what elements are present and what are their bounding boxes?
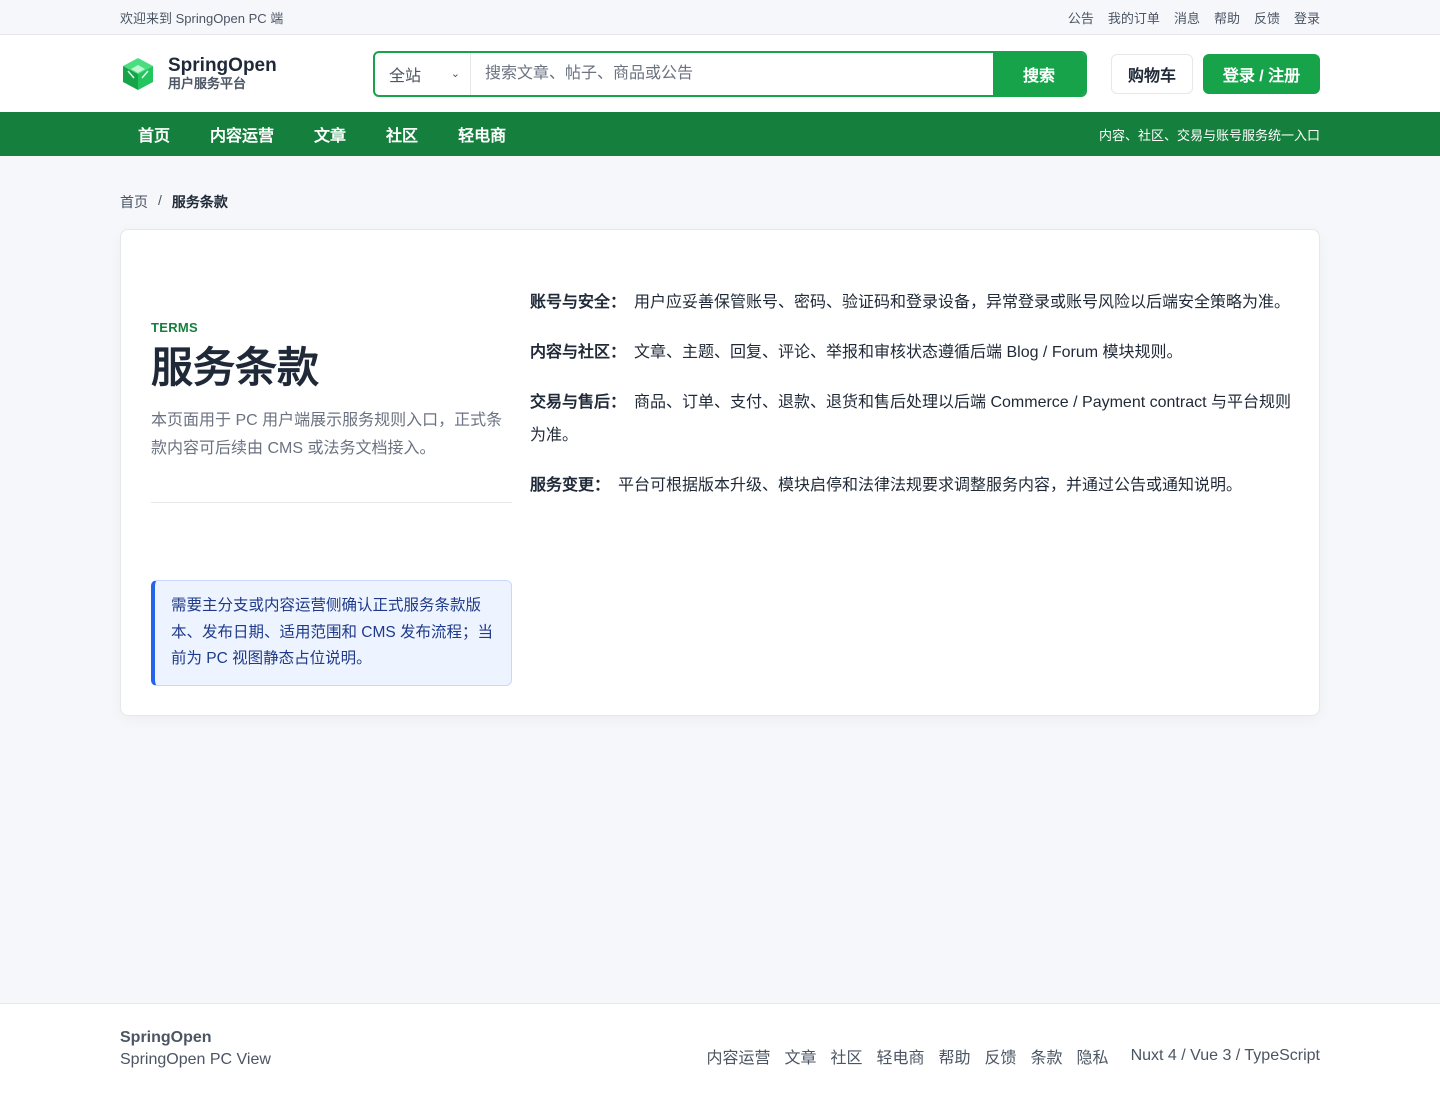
brand-subtitle: 用户服务平台 <box>168 76 247 91</box>
search-scope-value: 全站 <box>389 67 422 85</box>
top-link-messages[interactable]: 消息 <box>1174 8 1200 27</box>
nav-slogan: 内容、社区、交易与账号服务统一入口 <box>1098 127 1320 143</box>
site-header: SpringOpen 用户服务平台 全站 ⌄ 搜索 购物车 登录 / 注册 <box>0 35 1440 112</box>
term-label: 内容与社区： <box>530 344 627 361</box>
top-link-my-orders[interactable]: 我的订单 <box>1108 8 1160 27</box>
breadcrumb: 首页 / 服务条款 <box>120 192 1320 212</box>
footer-link-content-ops[interactable]: 内容运营 <box>706 1044 770 1068</box>
brand-logo-link[interactable]: SpringOpen 用户服务平台 <box>120 55 373 92</box>
nav-item-content-ops[interactable]: 内容运营 <box>210 122 274 146</box>
term-label: 交易与售后： <box>530 394 627 411</box>
nav-item-articles[interactable]: 文章 <box>314 122 346 146</box>
term-text: 平台可根据版本升级、模块启停和法律法规要求调整服务内容，并通过公告或通知说明。 <box>618 477 1243 494</box>
footer-link-commerce[interactable]: 轻电商 <box>876 1044 924 1068</box>
term-item: 服务变更： 平台可根据版本升级、模块启停和法律法规要求调整服务内容，并通过公告或通… <box>530 469 1292 502</box>
page-eyebrow: TERMS <box>151 320 198 335</box>
footer-link-feedback[interactable]: 反馈 <box>985 1044 1017 1068</box>
notice-box: 需要主分支或内容运营侧确认正式服务条款版本、发布日期、适用范围和 CMS 发布流… <box>151 580 512 686</box>
breadcrumb-home[interactable]: 首页 <box>120 192 148 212</box>
footer-link-privacy[interactable]: 隐私 <box>1077 1044 1109 1068</box>
terms-intro: TERMS 服务条款 本页面用于 PC 用户端展示服务规则入口，正式条款内容可后… <box>151 320 512 463</box>
term-item: 交易与售后： 商品、订单、支付、退款、退货和售后处理以后端 Commerce / … <box>530 386 1292 452</box>
top-link-feedback[interactable]: 反馈 <box>1254 8 1280 27</box>
top-utility-bar: 欢迎来到 SpringOpen PC 端 公告 我的订单 消息 帮助 反馈 登录 <box>0 0 1440 35</box>
footer-brand-name: SpringOpen <box>120 1029 212 1046</box>
term-text: 商品、订单、支付、退款、退货和售后处理以后端 Commerce / Paymen… <box>530 394 1291 444</box>
search-input[interactable] <box>471 52 993 95</box>
login-register-button[interactable]: 登录 / 注册 <box>1203 53 1320 94</box>
chevron-down-icon: ⌄ <box>450 68 460 80</box>
terms-card: TERMS 服务条款 本页面用于 PC 用户端展示服务规则入口，正式条款内容可后… <box>120 229 1320 716</box>
top-links: 公告 我的订单 消息 帮助 反馈 登录 <box>1068 8 1320 27</box>
footer-tech-stack: Nuxt 4 / Vue 3 / TypeScript <box>1130 1047 1320 1064</box>
footer-brand-sub: SpringOpen PC View <box>120 1051 271 1068</box>
divider <box>151 502 512 503</box>
term-item: 内容与社区： 文章、主题、回复、评论、举报和审核状态遵循后端 Blog / For… <box>530 336 1292 369</box>
top-link-announcements[interactable]: 公告 <box>1068 8 1094 27</box>
footer-link-articles[interactable]: 文章 <box>784 1044 816 1068</box>
term-text: 用户应妥善保管账号、密码、验证码和登录设备，异常登录或账号风险以后端安全策略为准… <box>634 294 1291 311</box>
page-title: 服务条款 <box>151 344 320 391</box>
breadcrumb-current: 服务条款 <box>171 194 228 210</box>
main-nav: 首页 内容运营 文章 社区 轻电商 内容、社区、交易与账号服务统一入口 <box>0 112 1440 156</box>
page-description: 本页面用于 PC 用户端展示服务规则入口，正式条款内容可后续由 CMS 或法务文… <box>151 412 503 457</box>
nav-item-commerce[interactable]: 轻电商 <box>458 122 506 146</box>
footer-links: 内容运营 文章 社区 轻电商 帮助 反馈 条款 隐私 Nuxt 4 / Vue … <box>692 1044 1320 1068</box>
nav-item-home[interactable]: 首页 <box>138 122 170 146</box>
top-link-help[interactable]: 帮助 <box>1214 8 1240 27</box>
term-item: 账号与安全： 用户应妥善保管账号、密码、验证码和登录设备，异常登录或账号风险以后端… <box>530 286 1292 319</box>
footer-link-community[interactable]: 社区 <box>830 1044 862 1068</box>
welcome-text: 欢迎来到 SpringOpen PC 端 <box>120 11 284 26</box>
term-label: 账号与安全： <box>530 294 627 311</box>
footer-link-help[interactable]: 帮助 <box>939 1044 971 1068</box>
brand-name: SpringOpen <box>168 55 277 76</box>
term-text: 文章、主题、回复、评论、举报和审核状态遵循后端 Blog / Forum 模块规… <box>634 344 1183 361</box>
top-link-login[interactable]: 登录 <box>1294 8 1320 27</box>
search-button[interactable]: 搜索 <box>993 52 1085 95</box>
site-footer: SpringOpen SpringOpen PC View 内容运营 文章 社区… <box>0 1003 1440 1100</box>
nav-item-community[interactable]: 社区 <box>386 122 418 146</box>
footer-brand: SpringOpen SpringOpen PC View <box>120 1029 271 1069</box>
search-bar: 全站 ⌄ 搜索 <box>373 50 1087 97</box>
search-scope-select[interactable]: 全站 ⌄ <box>375 52 471 95</box>
green-cube-logo-icon <box>123 57 153 90</box>
breadcrumb-separator: / <box>158 192 162 208</box>
cart-button[interactable]: 购物车 <box>1111 53 1193 94</box>
terms-list: 账号与安全： 用户应妥善保管账号、密码、验证码和登录设备，异常登录或账号风险以后端… <box>530 286 1292 519</box>
footer-link-terms[interactable]: 条款 <box>1031 1044 1063 1068</box>
term-label: 服务变更： <box>530 477 611 494</box>
